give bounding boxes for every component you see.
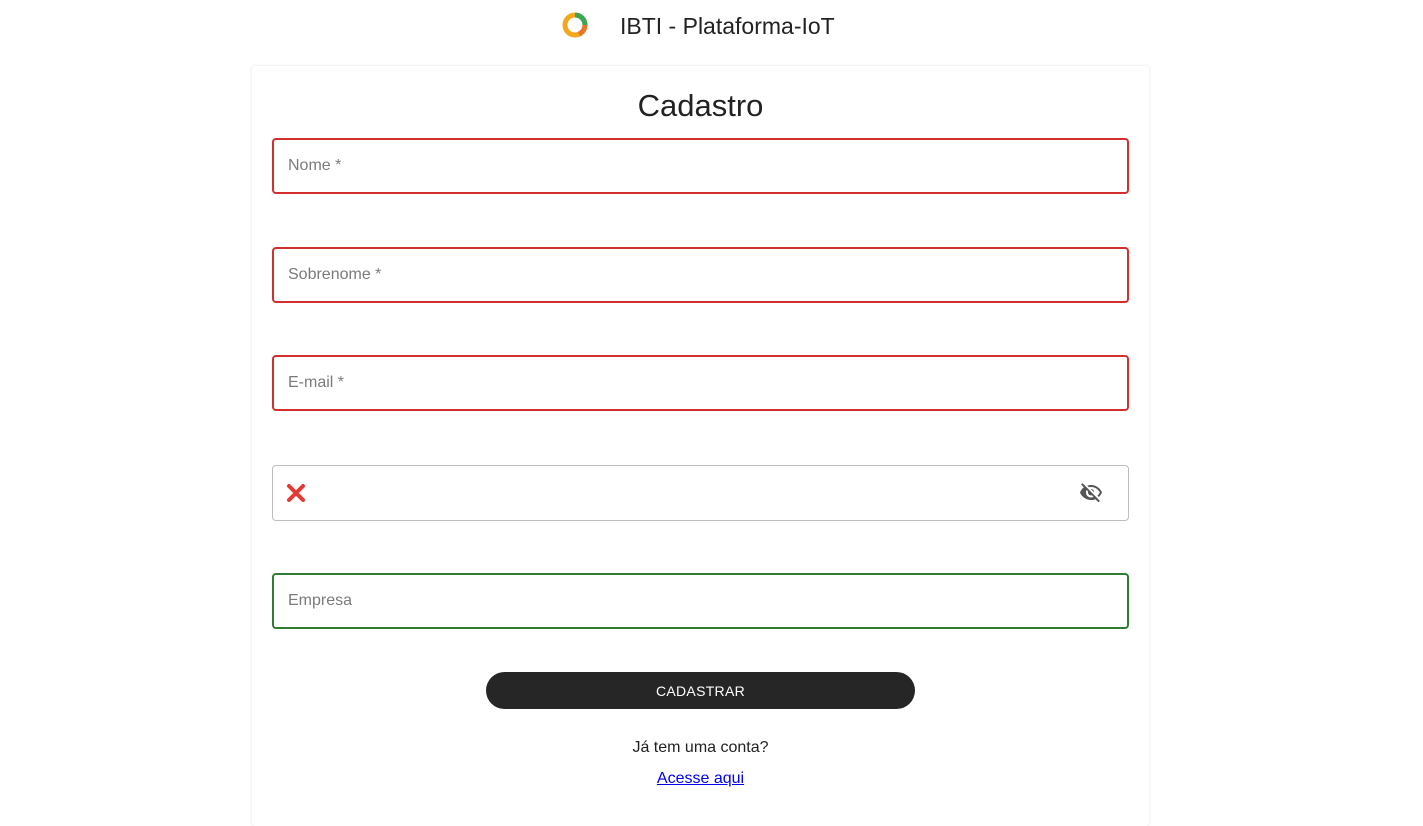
login-link-container: Acesse aqui — [252, 770, 1149, 788]
cadastrar-button[interactable]: CADASTRAR — [486, 672, 915, 709]
empresa-input[interactable] — [274, 575, 1127, 627]
email-field[interactable] — [272, 355, 1129, 411]
ring-logo-icon — [562, 12, 588, 38]
nome-field[interactable] — [272, 138, 1129, 194]
page-title: Cadastro — [637, 88, 764, 123]
email-input[interactable] — [274, 357, 1127, 409]
empresa-field[interactable] — [272, 573, 1129, 629]
eye-off-icon[interactable] — [1078, 481, 1104, 505]
sobrenome-input[interactable] — [274, 249, 1127, 301]
app-title: IBTI - Plataforma-IoT — [620, 13, 835, 39]
password-field[interactable] — [272, 465, 1129, 521]
nome-input[interactable] — [274, 140, 1127, 192]
password-input[interactable] — [273, 466, 1128, 520]
register-card: Cadastro CADASTRAR Já tem uma conta? Ace… — [252, 66, 1149, 826]
login-link[interactable]: Acesse aqui — [657, 770, 744, 787]
top-header: IBTI - Plataforma-IoT — [0, 0, 1423, 52]
sobrenome-field[interactable] — [272, 247, 1129, 303]
have-account-text: Já tem uma conta? — [632, 739, 769, 756]
